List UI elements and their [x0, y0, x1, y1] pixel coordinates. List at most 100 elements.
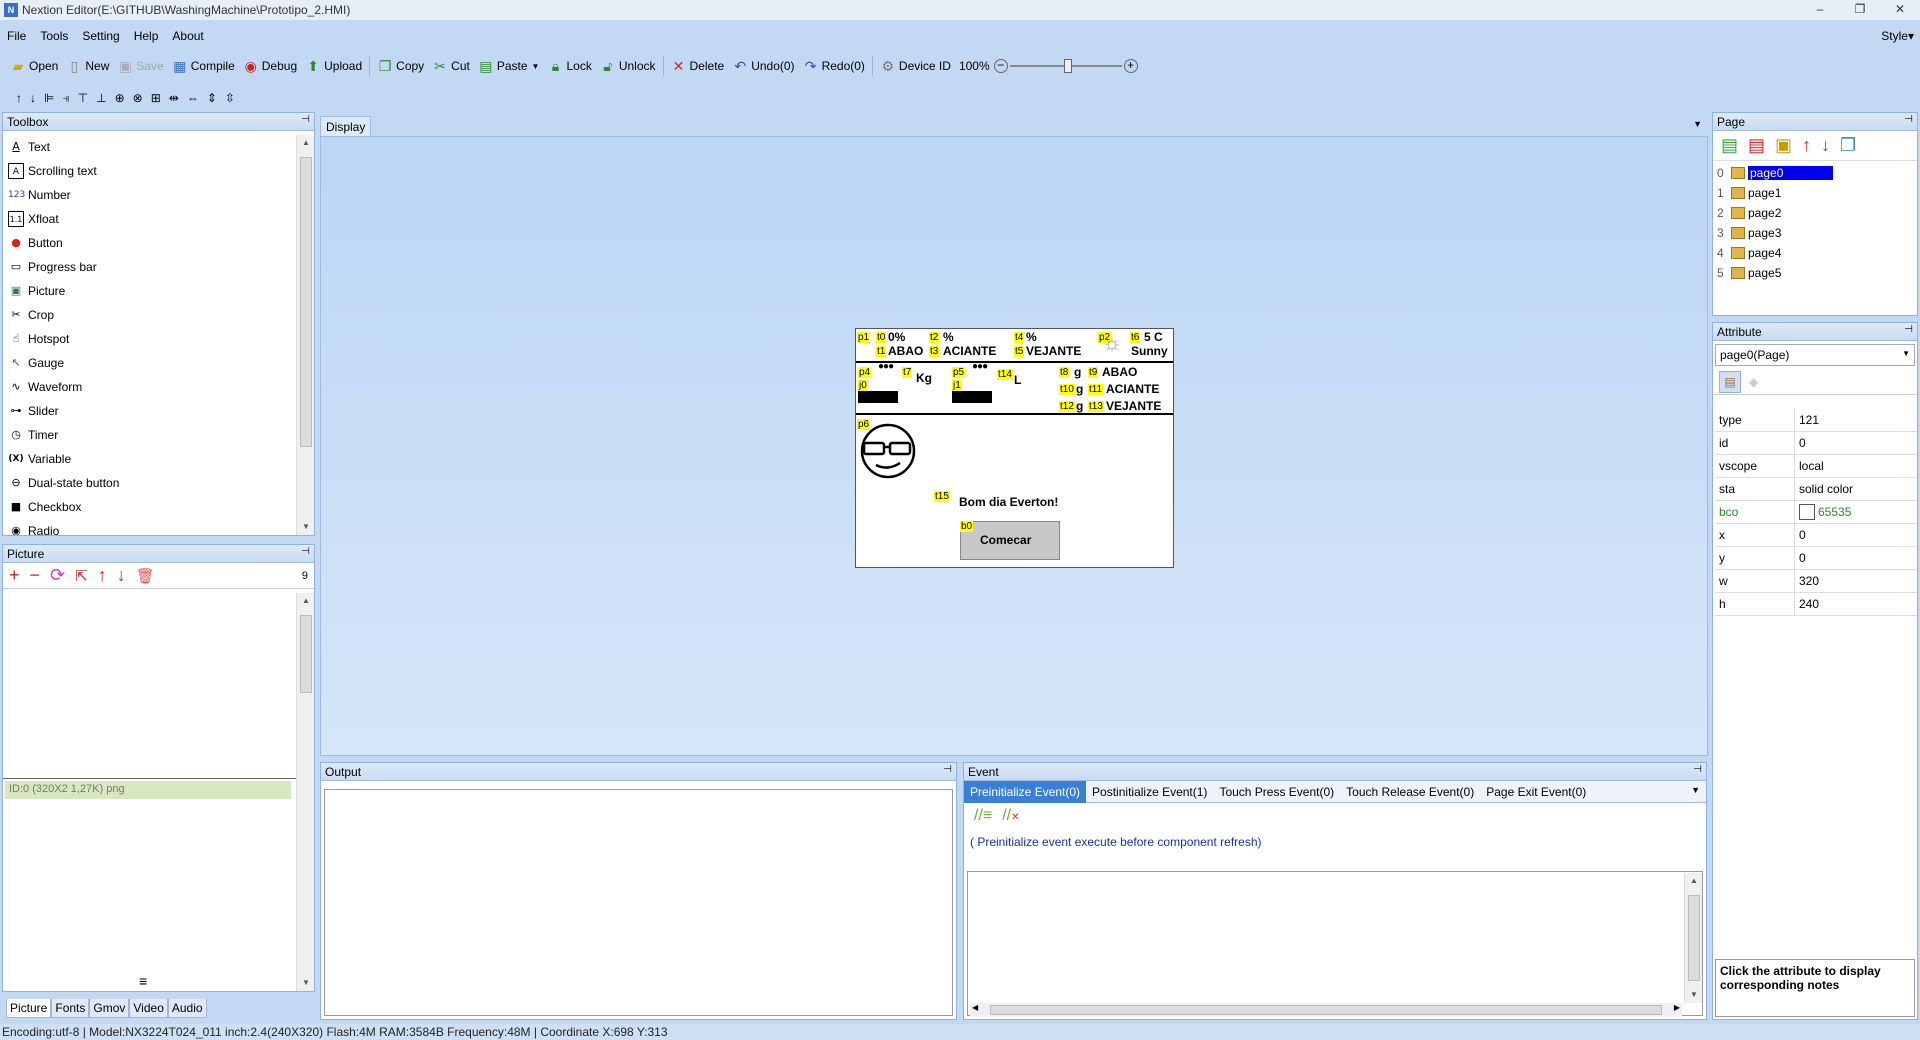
- component-t5[interactable]: t5: [1014, 346, 1025, 357]
- chevron-down-icon[interactable]: ▼: [1691, 785, 1700, 795]
- attr-row-x[interactable]: x0: [1715, 524, 1917, 547]
- undo-button[interactable]: ↶ Undo(0): [728, 55, 798, 77]
- tab-picture[interactable]: Picture: [6, 999, 52, 1018]
- same-size-icon[interactable]: ⊞: [147, 87, 165, 109]
- move-down-picture-icon[interactable]: ↓: [117, 565, 126, 586]
- menu-file[interactable]: File: [0, 29, 33, 43]
- component-t8[interactable]: t8: [1059, 367, 1070, 378]
- attr-row-id[interactable]: id 0: [1715, 432, 1917, 455]
- align-right-icon[interactable]: ⫣: [58, 87, 73, 109]
- tab-touch-release-event[interactable]: Touch Release Event(0): [1340, 781, 1480, 803]
- component-b0[interactable]: b0: [960, 521, 974, 532]
- scroll-down-icon[interactable]: ▼: [297, 975, 315, 991]
- component-t2[interactable]: t2: [929, 332, 940, 343]
- page-item-1[interactable]: 1 page1: [1713, 183, 1917, 203]
- same-width-icon[interactable]: ⇹: [165, 87, 183, 109]
- toolbox-item-progress-bar[interactable]: ▭ Progress bar: [3, 255, 293, 279]
- scroll-up-icon[interactable]: ▲: [297, 593, 315, 609]
- zoom-slider-handle[interactable]: [1063, 59, 1072, 73]
- align-bottom-icon[interactable]: ⊥: [92, 87, 110, 109]
- component-t12[interactable]: t12: [1059, 401, 1075, 412]
- open-button[interactable]: ▰ Open: [6, 55, 62, 77]
- toolbox-item-number[interactable]: 123 Number: [3, 183, 293, 207]
- center-horizontal-icon[interactable]: ⊕: [111, 87, 129, 109]
- redo-button[interactable]: ↷ Redo(0): [799, 55, 869, 77]
- space-vertical-icon[interactable]: ⇕: [203, 87, 221, 109]
- attr-row-bco[interactable]: bco 65535: [1715, 501, 1917, 524]
- space-horizontal-icon[interactable]: ⇔: [183, 87, 203, 109]
- delete-all-picture-icon[interactable]: 🗑︎: [136, 567, 155, 585]
- attr-row-type[interactable]: type 121: [1715, 409, 1917, 432]
- scroll-down-icon[interactable]: ▼: [1685, 987, 1703, 1003]
- compile-button[interactable]: ▦ Compile: [168, 55, 239, 77]
- output-text-area[interactable]: [324, 789, 953, 1016]
- remove-picture-icon[interactable]: −: [30, 565, 41, 586]
- tab-display[interactable]: Display: [320, 116, 372, 137]
- toolbox-item-timer[interactable]: ◷ Timer: [3, 423, 293, 447]
- distribute-icon[interactable]: ⇳: [221, 87, 239, 109]
- tab-page-exit-event[interactable]: Page Exit Event(0): [1480, 781, 1592, 803]
- component-t6[interactable]: t6: [1130, 332, 1141, 343]
- insert-page-icon[interactable]: ▣: [1775, 135, 1792, 156]
- copy-page-icon[interactable]: ❐: [1840, 135, 1856, 156]
- copy-button[interactable]: ❐ Copy: [373, 55, 428, 77]
- tab-audio[interactable]: Audio: [167, 999, 207, 1018]
- toolbox-item-slider[interactable]: ⊶ Slider: [3, 399, 293, 423]
- uncomment-icon[interactable]: //✕: [1002, 807, 1019, 825]
- move-page-down-icon[interactable]: ↓: [1821, 135, 1830, 156]
- component-t7[interactable]: t7: [902, 367, 913, 378]
- upload-button[interactable]: ⬆ Upload: [301, 55, 366, 77]
- align-top-icon[interactable]: ⊤: [74, 87, 92, 109]
- page-item-4[interactable]: 4 page4: [1713, 243, 1917, 263]
- tab-preinitialize-event[interactable]: Preinitialize Event(0): [964, 780, 1087, 803]
- attr-row-h[interactable]: h 240: [1715, 593, 1917, 616]
- paste-button[interactable]: ▤ Paste ▼: [474, 55, 544, 77]
- menu-help[interactable]: Help: [127, 29, 166, 43]
- pin-icon[interactable]: ⊣: [1904, 114, 1913, 125]
- component-t3[interactable]: t3: [929, 346, 940, 357]
- move-down-icon[interactable]: ↓: [26, 87, 40, 109]
- scroll-up-icon[interactable]: ▲: [297, 135, 315, 151]
- menu-tools[interactable]: Tools: [33, 29, 75, 43]
- component-t14[interactable]: t14: [997, 369, 1013, 380]
- debug-button[interactable]: ◉ Debug: [239, 55, 301, 77]
- menu-about[interactable]: About: [165, 29, 210, 43]
- menu-lines-icon[interactable]: ≡: [139, 973, 147, 989]
- attribute-event-icon[interactable]: ◆: [1749, 375, 1758, 389]
- delete-page-icon[interactable]: ▤: [1748, 135, 1765, 156]
- component-p5[interactable]: p5: [952, 367, 966, 378]
- scroll-thumb[interactable]: [300, 157, 312, 447]
- toolbox-item-scrolling-text[interactable]: A Scrolling text: [3, 159, 293, 183]
- tab-touch-press-event[interactable]: Touch Press Event(0): [1213, 781, 1340, 803]
- progress-j1[interactable]: [952, 391, 992, 403]
- toolbox-item-text[interactable]: A Text: [3, 135, 293, 159]
- cut-button[interactable]: ✂ Cut: [428, 55, 474, 77]
- toolbox-item-checkbox[interactable]: ■ Checkbox: [3, 495, 293, 519]
- component-j0[interactable]: j0: [858, 380, 868, 391]
- lock-button[interactable]: 🔒︎ Lock: [543, 55, 595, 77]
- toolbox-item-xfloat[interactable]: 1.1 Xfloat: [3, 207, 293, 231]
- event-hscrollbar[interactable]: ◀ ▶: [970, 1003, 1682, 1017]
- replace-picture-icon[interactable]: ⟳: [50, 565, 65, 586]
- toolbox-item-variable[interactable]: (X) Variable: [3, 447, 293, 471]
- display-dropdown-icon[interactable]: ▼: [1693, 119, 1702, 129]
- minimize-button[interactable]: –: [1800, 0, 1840, 20]
- scroll-thumb[interactable]: [990, 1005, 1662, 1015]
- progress-j0[interactable]: [858, 391, 898, 403]
- page-item-5[interactable]: 5 page5: [1713, 263, 1917, 283]
- attr-row-vscope[interactable]: vscope local: [1715, 455, 1917, 478]
- picture-list-item[interactable]: ID:0 (320X2 1,27K) png: [5, 781, 291, 799]
- menu-setting[interactable]: Setting: [75, 29, 126, 43]
- zoom-slider[interactable]: [1009, 59, 1122, 73]
- component-t11[interactable]: t11: [1088, 384, 1104, 395]
- component-selector[interactable]: page0(Page) ▼: [1715, 344, 1915, 366]
- component-t15[interactable]: t15: [934, 491, 950, 502]
- zoom-out-icon[interactable]: −: [993, 59, 1008, 73]
- pin-icon[interactable]: ⊣: [1693, 764, 1702, 775]
- event-code-editor[interactable]: [967, 871, 1703, 1016]
- color-swatch[interactable]: [1799, 504, 1815, 520]
- toolbox-item-radio[interactable]: ◉ Radio: [3, 519, 293, 535]
- unlock-button[interactable]: 🔓︎ Unlock: [596, 55, 660, 77]
- align-left-icon[interactable]: ⊫: [40, 87, 58, 109]
- scroll-left-icon[interactable]: ◀: [972, 1003, 978, 1012]
